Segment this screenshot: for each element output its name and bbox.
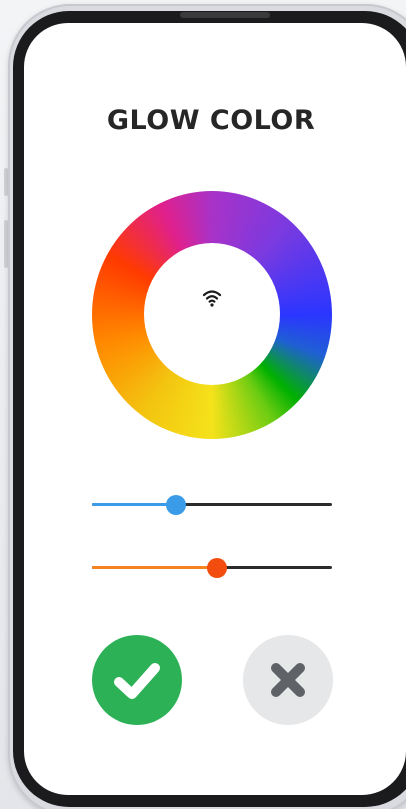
slider-fill <box>92 503 176 506</box>
close-icon <box>271 663 305 697</box>
blue-slider[interactable] <box>92 494 332 516</box>
orange-slider[interactable] <box>92 557 332 579</box>
cancel-button[interactable] <box>243 635 333 725</box>
color-wheel-center <box>144 243 280 385</box>
speaker-notch <box>180 12 270 18</box>
slider-fill <box>92 566 217 569</box>
slider-thumb[interactable] <box>166 495 186 515</box>
wifi-icon <box>201 287 223 309</box>
slider-thumb[interactable] <box>207 558 227 578</box>
device-mockup: GLOW COLOR <box>0 0 406 809</box>
app-screen: GLOW COLOR <box>24 23 406 795</box>
check-icon <box>114 663 160 699</box>
page-title: GLOW COLOR <box>106 105 316 136</box>
confirm-button[interactable] <box>92 635 182 725</box>
